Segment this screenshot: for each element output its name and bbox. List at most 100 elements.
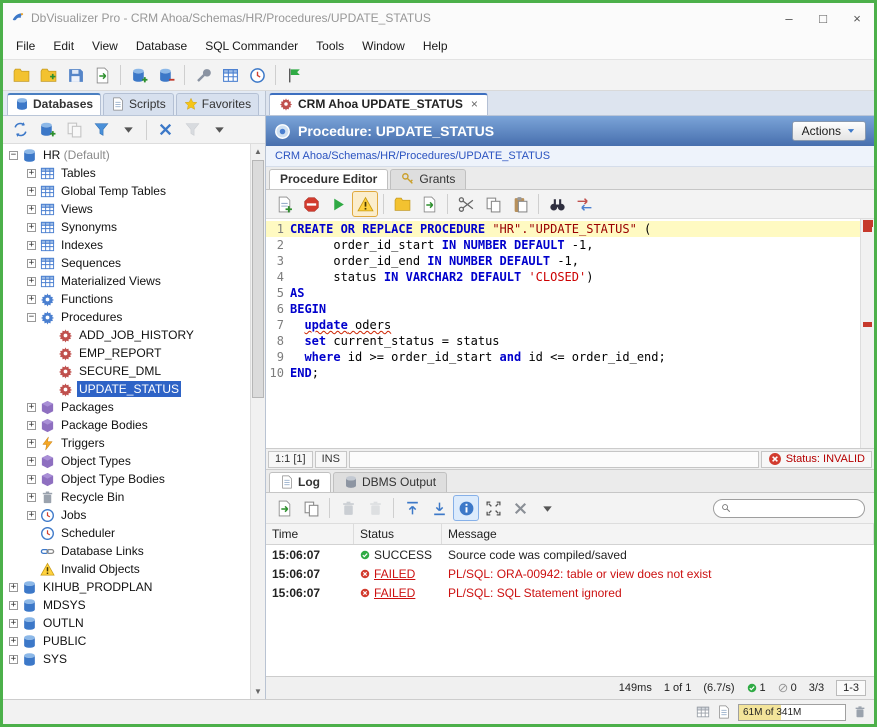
plus-expander-icon[interactable]: + [27, 493, 36, 502]
tree-scrollbar[interactable]: ▲ ▼ [250, 144, 265, 699]
tab-close-icon[interactable]: × [471, 97, 478, 111]
plus-expander-icon[interactable]: + [9, 637, 18, 646]
tree-item-package-bodies[interactable]: +Package Bodies [3, 416, 250, 434]
plus-expander-icon[interactable]: + [27, 439, 36, 448]
tree-item-sequences[interactable]: +Sequences [3, 254, 250, 272]
copy-button[interactable] [480, 191, 506, 217]
code-line-8[interactable]: 8 set current_status = status [266, 333, 860, 349]
plus-expander-icon[interactable]: + [9, 583, 18, 592]
tree-item-object-type-bodies[interactable]: +Object Type Bodies [3, 470, 250, 488]
scroll-to-bottom-button[interactable] [426, 495, 452, 521]
scrollbar-thumb[interactable] [252, 160, 264, 398]
export-log-button[interactable] [271, 495, 297, 521]
close-button[interactable]: × [840, 3, 874, 33]
log-search-input[interactable] [735, 502, 857, 514]
plus-expander-icon[interactable]: + [27, 295, 36, 304]
tree-item-outln[interactable]: +OUTLN [3, 614, 250, 632]
tree-item-packages[interactable]: +Packages [3, 398, 250, 416]
tree-item-add-job-history[interactable]: ADD_JOB_HISTORY [3, 326, 250, 344]
filter-menu-button[interactable] [115, 117, 141, 143]
save-button[interactable] [62, 62, 88, 88]
paste-button[interactable] [507, 191, 533, 217]
code-line-6[interactable]: 6BEGIN [266, 301, 860, 317]
tree-item-invalid-objects[interactable]: Invalid Objects [3, 560, 250, 578]
show-errors-button[interactable] [352, 191, 378, 217]
tree-item-procedures[interactable]: −Procedures [3, 308, 250, 326]
tree-item-kihub-prodplan[interactable]: +KIHUB_PRODPLAN [3, 578, 250, 596]
plus-expander-icon[interactable]: + [27, 205, 36, 214]
connect-button[interactable] [34, 117, 60, 143]
tree-item-sys[interactable]: +SYS [3, 650, 250, 668]
plus-expander-icon[interactable]: + [9, 601, 18, 610]
tab-databases[interactable]: Databases [7, 93, 101, 115]
actions-button[interactable]: Actions [792, 121, 866, 141]
tree-item-jobs[interactable]: +Jobs [3, 506, 250, 524]
table-data-button[interactable] [217, 62, 243, 88]
tree-item-indexes[interactable]: +Indexes [3, 236, 250, 254]
plus-expander-icon[interactable]: + [27, 457, 36, 466]
tab-procedure-editor[interactable]: Procedure Editor [269, 169, 388, 189]
stop-button[interactable] [298, 191, 324, 217]
error-mark-icon[interactable] [863, 227, 872, 232]
show-details-button[interactable] [453, 495, 479, 521]
compare-button[interactable] [571, 191, 597, 217]
code-line-9[interactable]: 9 where id >= order_id_start and id <= o… [266, 349, 860, 365]
code-line-2[interactable]: 2 order_id_start IN NUMBER DEFAULT -1, [266, 237, 860, 253]
plus-expander-icon[interactable]: + [27, 187, 36, 196]
close-log-button[interactable] [507, 495, 533, 521]
tree-item-public[interactable]: +PUBLIC [3, 632, 250, 650]
filter-sets-button[interactable] [179, 117, 205, 143]
memory-gauge[interactable]: 61M of 341M [738, 704, 846, 721]
plus-expander-icon[interactable]: + [9, 655, 18, 664]
tree-item-global-temp-tables[interactable]: +Global Temp Tables [3, 182, 250, 200]
tab-favorites[interactable]: Favorites [176, 93, 259, 115]
refresh-objects-button[interactable] [7, 117, 33, 143]
clear-filter-button[interactable] [152, 117, 178, 143]
log-search-box[interactable] [713, 499, 865, 518]
code-line-4[interactable]: 4 status IN VARCHAR2 DEFAULT 'CLOSED') [266, 269, 860, 285]
menu-file[interactable]: File [7, 35, 44, 57]
scroll-down-icon[interactable]: ▼ [251, 684, 265, 699]
tab-scripts[interactable]: Scripts [103, 93, 174, 115]
log-row[interactable]: 15:06:07SUCCESSSource code was compiled/… [266, 545, 874, 564]
tree-item-emp-report[interactable]: EMP_REPORT [3, 344, 250, 362]
cut-button[interactable] [453, 191, 479, 217]
open-file-button[interactable] [389, 191, 415, 217]
plus-expander-icon[interactable]: + [27, 475, 36, 484]
fit-columns-button[interactable] [480, 495, 506, 521]
code-editor[interactable]: 1CREATE OR REPLACE PROCEDURE "HR"."UPDAT… [266, 219, 874, 449]
task-monitor-button[interactable] [244, 62, 270, 88]
minimize-button[interactable]: – [772, 3, 806, 33]
menu-view[interactable]: View [83, 35, 127, 57]
tree-item-recycle-bin[interactable]: +Recycle Bin [3, 488, 250, 506]
tab-log[interactable]: Log [269, 472, 331, 492]
tree-item-tables[interactable]: +Tables [3, 164, 250, 182]
connect-database-button[interactable] [126, 62, 152, 88]
tool-properties-button[interactable] [190, 62, 216, 88]
code-line-1[interactable]: 1CREATE OR REPLACE PROCEDURE "HR"."UPDAT… [266, 221, 860, 237]
find-replace-button[interactable] [544, 191, 570, 217]
execute-button[interactable] [325, 191, 351, 217]
editor-scrollbar[interactable] [860, 219, 874, 448]
new-bookmark-button[interactable] [8, 62, 34, 88]
tree-item-synonyms[interactable]: +Synonyms [3, 218, 250, 236]
menu-tools[interactable]: Tools [307, 35, 353, 57]
plus-expander-icon[interactable]: + [27, 223, 36, 232]
plus-expander-icon[interactable]: + [27, 421, 36, 430]
minus-expander-icon[interactable]: − [9, 151, 18, 160]
code-line-10[interactable]: 10END; [266, 365, 860, 381]
tree-item-object-types[interactable]: +Object Types [3, 452, 250, 470]
column-header-message[interactable]: Message [442, 524, 874, 544]
error-mark-icon[interactable] [863, 322, 872, 327]
code-line-7[interactable]: 7 update oders [266, 317, 860, 333]
tree-item-database-links[interactable]: Database Links [3, 542, 250, 560]
export-button[interactable] [89, 62, 115, 88]
clear-log-button[interactable] [335, 495, 361, 521]
tree-item-views[interactable]: +Views [3, 200, 250, 218]
garbage-collect-icon[interactable] [853, 705, 867, 719]
log-row[interactable]: 15:06:07FAILEDPL/SQL: SQL Statement igno… [266, 583, 874, 602]
tree-item-secure-dml[interactable]: SECURE_DML [3, 362, 250, 380]
tree-item-update-status[interactable]: UPDATE_STATUS [3, 380, 250, 398]
tab-grants[interactable]: Grants [390, 169, 466, 189]
tree-item-scheduler[interactable]: Scheduler [3, 524, 250, 542]
